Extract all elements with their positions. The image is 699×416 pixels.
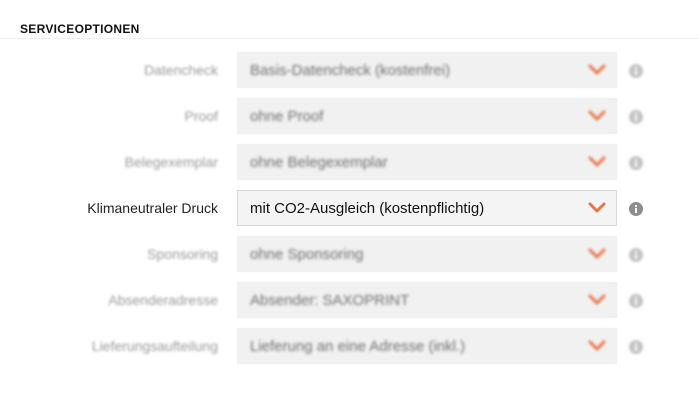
chevron-down-icon (588, 340, 606, 351)
select-value: ohne Proof (250, 108, 324, 125)
info-icon[interactable] (629, 248, 643, 262)
option-row-klimaneutraler-druck: Klimaneutraler Druck mit CO2-Ausgleich (… (0, 190, 699, 228)
chevron-down-icon (588, 202, 606, 213)
chevron-down-icon (588, 294, 606, 305)
option-row-absenderadresse: Absenderadresse Absender: SAXOPRINT (0, 282, 699, 320)
chevron-down-icon (588, 110, 606, 121)
select-value: Absender: SAXOPRINT (250, 292, 410, 309)
option-row-belegexemplar: Belegexemplar ohne Belegexemplar (0, 144, 699, 182)
select-value: mit CO2-Ausgleich (kostenpflichtig) (250, 200, 485, 217)
sponsoring-select[interactable]: ohne Sponsoring (237, 236, 617, 272)
info-icon[interactable] (629, 156, 643, 170)
option-label: Absenderadresse (108, 292, 218, 308)
section-divider (0, 38, 699, 39)
info-icon[interactable] (629, 340, 643, 354)
chevron-down-icon (588, 156, 606, 167)
datencheck-select[interactable]: Basis-Datencheck (kostenfrei) (237, 52, 617, 88)
klimaneutraler-druck-select[interactable]: mit CO2-Ausgleich (kostenpflichtig) (237, 190, 617, 226)
info-icon[interactable] (629, 294, 643, 308)
option-row-lieferungsaufteilung: Lieferungsaufteilung Lieferung an eine A… (0, 328, 699, 366)
section-title: SERVICEOPTIONEN (20, 22, 140, 36)
info-icon[interactable] (629, 202, 643, 216)
option-row-datencheck: Datencheck Basis-Datencheck (kostenfrei) (0, 52, 699, 90)
option-label: Klimaneutraler Druck (87, 200, 218, 216)
belegexemplar-select[interactable]: ohne Belegexemplar (237, 144, 617, 180)
chevron-down-icon (588, 64, 606, 75)
lieferungsaufteilung-select[interactable]: Lieferung an eine Adresse (inkl.) (237, 328, 617, 364)
select-value: ohne Sponsoring (250, 246, 364, 263)
option-label: Sponsoring (147, 246, 218, 262)
info-icon[interactable] (629, 64, 643, 78)
option-label: Lieferungsaufteilung (91, 338, 218, 354)
select-value: Basis-Datencheck (kostenfrei) (250, 62, 451, 79)
option-row-proof: Proof ohne Proof (0, 98, 699, 136)
option-label: Proof (184, 108, 218, 124)
select-value: ohne Belegexemplar (250, 154, 388, 171)
proof-select[interactable]: ohne Proof (237, 98, 617, 134)
absenderadresse-select[interactable]: Absender: SAXOPRINT (237, 282, 617, 318)
option-label: Belegexemplar (124, 154, 218, 170)
chevron-down-icon (588, 248, 606, 259)
option-row-sponsoring: Sponsoring ohne Sponsoring (0, 236, 699, 274)
select-value: Lieferung an eine Adresse (inkl.) (250, 338, 466, 355)
option-label: Datencheck (144, 62, 218, 78)
info-icon[interactable] (629, 110, 643, 124)
